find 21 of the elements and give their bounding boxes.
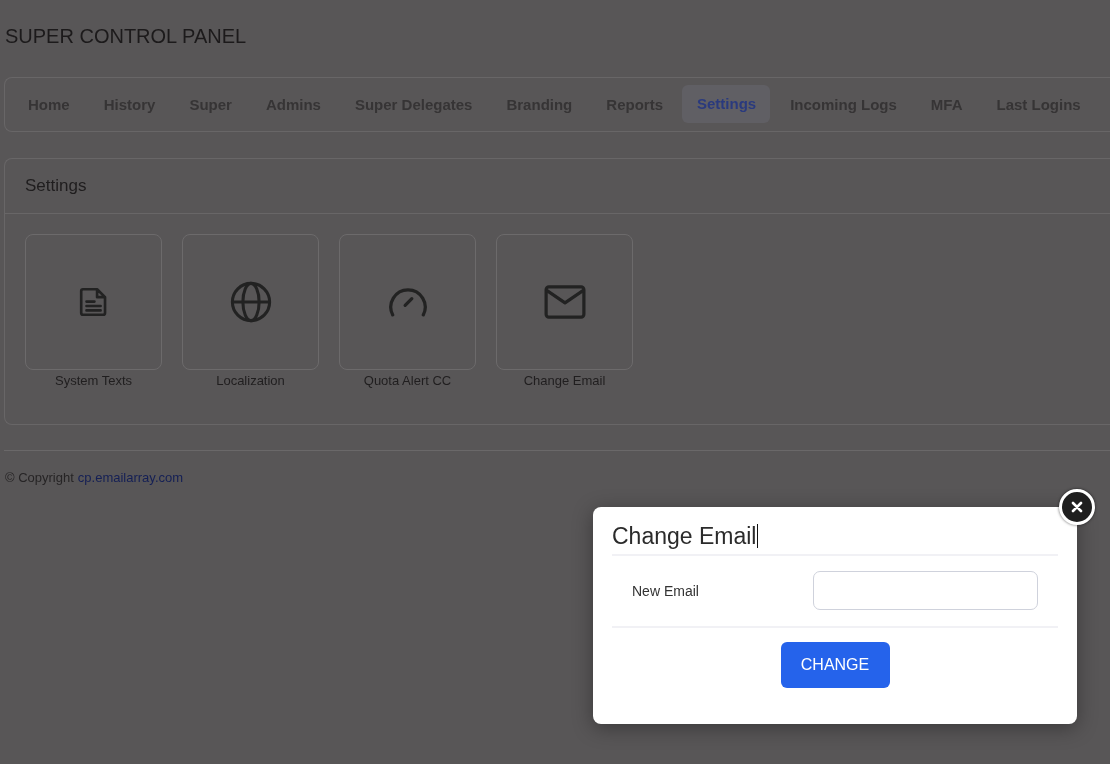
- site-link[interactable]: cp.emailarray.com: [77, 470, 184, 485]
- page-title: SUPER CONTROL PANEL: [4, 24, 247, 48]
- settings-tile[interactable]: [496, 234, 633, 370]
- email-input[interactable]: [813, 571, 1038, 610]
- globe-icon: [229, 281, 272, 323]
- tile-label: System Texts: [54, 373, 133, 388]
- dialog-title: Change Email: [612, 522, 757, 550]
- text-cursor: [757, 524, 759, 548]
- tile-label: Change Email: [523, 373, 606, 388]
- settings-tile[interactable]: [182, 234, 319, 370]
- field-label: New Email: [632, 582, 700, 599]
- gauge-icon: [386, 285, 429, 319]
- close-icon[interactable]: [1059, 489, 1095, 525]
- tile-label: Quota Alert CC: [363, 373, 452, 388]
- change-button[interactable]: CHANGE: [780, 642, 890, 688]
- card-title: Settings: [25, 176, 87, 196]
- settings-tile[interactable]: [339, 234, 476, 370]
- document-icon: [78, 285, 109, 319]
- tile-label: Localization: [216, 373, 285, 388]
- settings-tile[interactable]: [25, 234, 162, 370]
- envelope-icon: [543, 285, 586, 319]
